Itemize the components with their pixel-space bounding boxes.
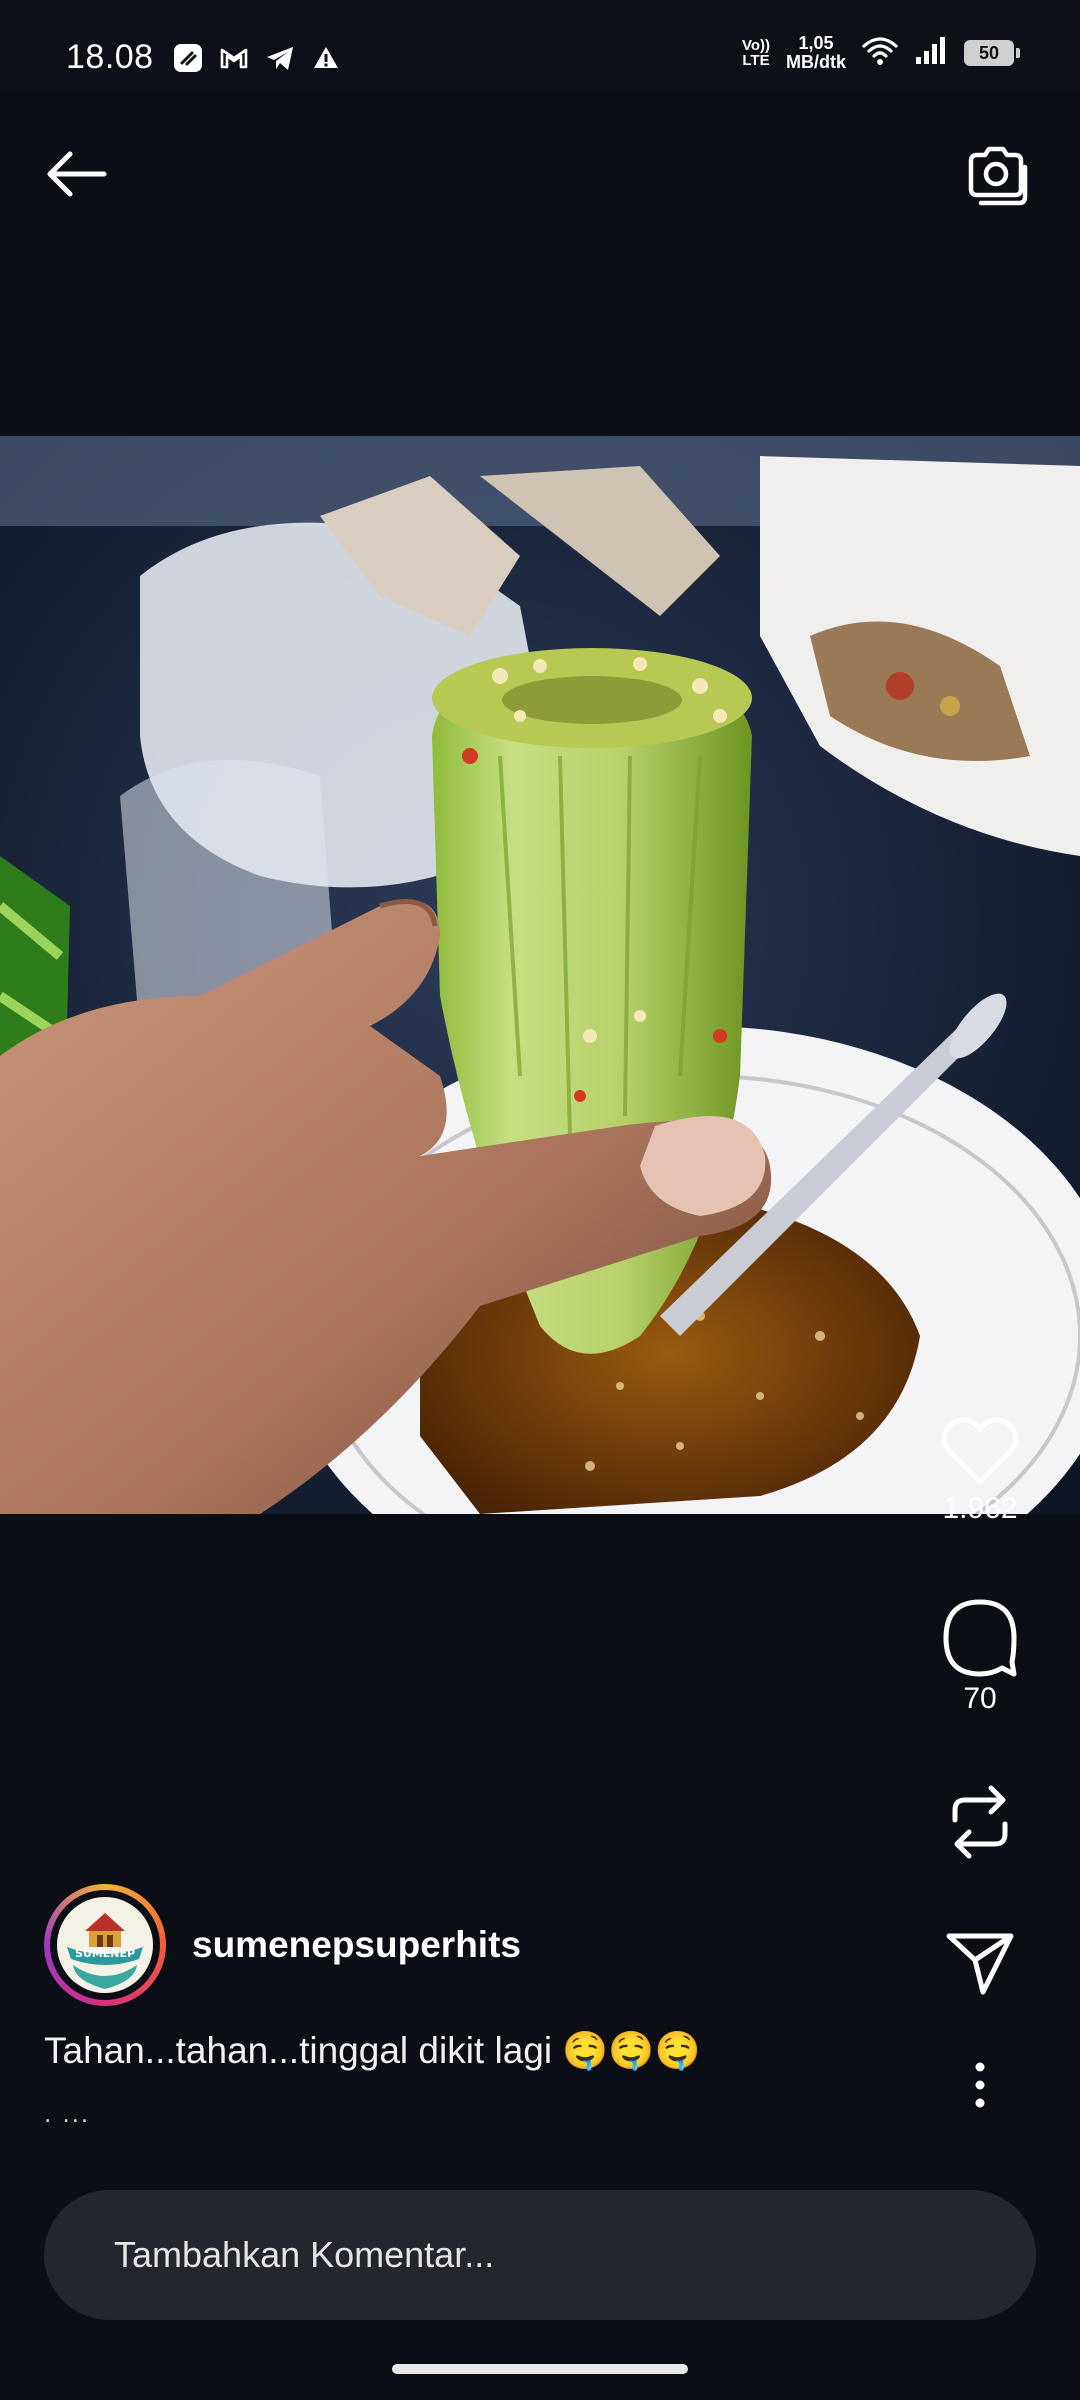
warning-icon <box>310 42 342 74</box>
status-bar: 18.08 Vo)) LTE 1,05 MB/dtk 50 <box>0 0 1080 92</box>
back-button[interactable] <box>36 138 116 210</box>
status-left: 18.08 <box>66 38 342 77</box>
comment-icon <box>943 1599 1017 1677</box>
send-icon <box>946 1933 1014 1995</box>
speedometer-app-icon <box>172 42 204 74</box>
comment-box[interactable] <box>44 2190 1036 2320</box>
wifi-icon <box>862 36 898 71</box>
battery-icon: 50 <box>964 40 1020 66</box>
volte-icon: Vo)) LTE <box>742 38 770 68</box>
share-button[interactable] <box>920 1930 1040 1996</box>
status-time: 18.08 <box>66 38 154 76</box>
repost-icon <box>952 1785 1008 1859</box>
repost-button[interactable] <box>920 1782 1040 1862</box>
post-photo-image <box>0 436 1080 1514</box>
like-count: 1.962 <box>942 1492 1018 1525</box>
more-options-button[interactable] <box>920 2060 1040 2110</box>
gmail-icon <box>218 42 250 74</box>
avatar-logo-text: SUMENEP <box>75 1947 135 1960</box>
caption-more[interactable]: . ... <box>44 2098 90 2129</box>
camera-button[interactable] <box>956 136 1036 216</box>
like-button[interactable]: 1.962 <box>920 1416 1040 1526</box>
more-vertical-icon <box>975 2062 985 2108</box>
post-caption[interactable]: Tahan...tahan...tinggal dikit lagi 🤤🤤🤤 <box>44 2030 701 2073</box>
sumenep-logo-icon: SUMENEP <box>57 1897 153 1993</box>
network-speed-unit: MB/dtk <box>786 52 846 72</box>
reel-post-screen: 18.08 Vo)) LTE 1,05 MB/dtk 50 1.962 70 S… <box>0 0 1080 2400</box>
author-username[interactable]: sumenepsuperhits <box>192 1924 521 1966</box>
signal-icon <box>914 36 948 71</box>
post-photo[interactable] <box>0 436 1080 1514</box>
avatar-inner: SUMENEP <box>50 1890 160 2000</box>
comment-button[interactable]: 70 <box>920 1598 1040 1716</box>
lte-label: LTE <box>742 52 770 69</box>
home-indicator[interactable] <box>392 2364 688 2374</box>
status-notification-icons <box>172 42 342 74</box>
camera-icon <box>968 146 1028 206</box>
network-speed: 1,05 MB/dtk <box>786 34 846 72</box>
arrow-left-icon <box>47 151 107 197</box>
post-author: SUMENEP sumenepsuperhits <box>44 1884 521 2006</box>
telegram-icon <box>264 42 296 74</box>
status-right: Vo)) LTE 1,05 MB/dtk 50 <box>742 34 1020 72</box>
volte-label: Vo)) <box>741 37 770 54</box>
avatar[interactable]: SUMENEP <box>44 1884 166 2006</box>
comment-input[interactable] <box>112 2233 976 2277</box>
network-speed-value: 1,05 <box>798 33 834 53</box>
heart-icon <box>942 1417 1018 1485</box>
comment-count: 70 <box>963 1682 997 1715</box>
